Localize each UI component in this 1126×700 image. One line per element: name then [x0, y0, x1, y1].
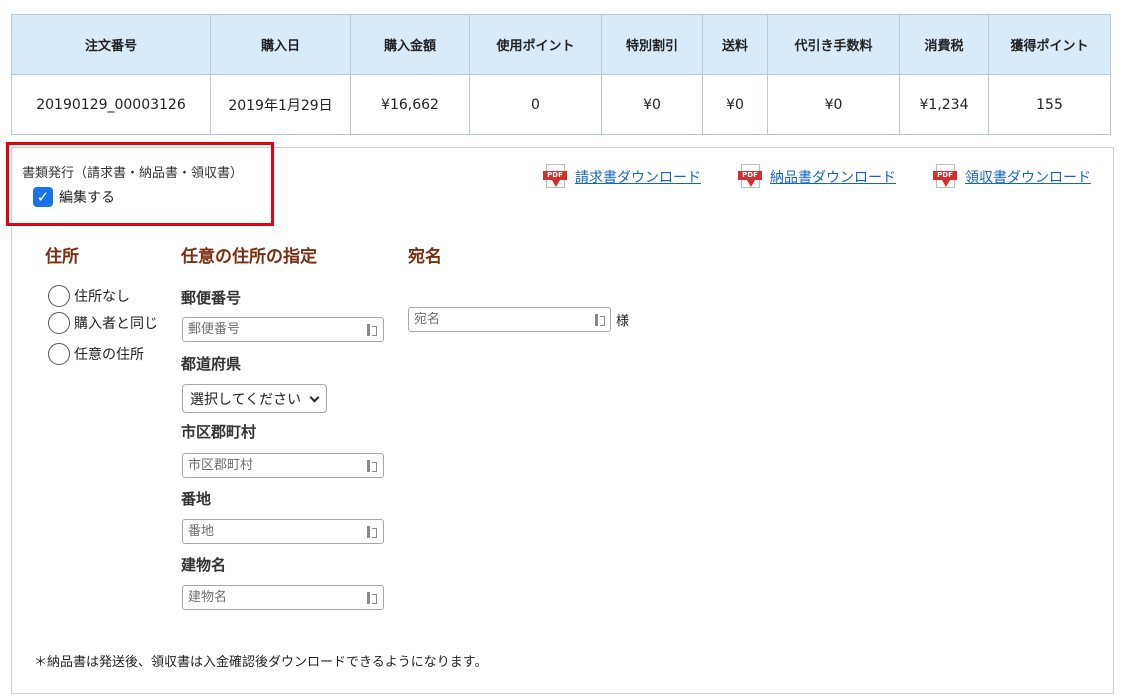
- prefecture-selected-value[interactable]: 選択してください: [190, 389, 301, 409]
- header-purchase-amount: 購入金額: [350, 14, 470, 75]
- building-label: 建物名: [181, 556, 227, 574]
- radio-button[interactable]: [48, 343, 70, 365]
- radio-button[interactable]: [48, 285, 70, 307]
- autofill-icon[interactable]: [366, 323, 378, 337]
- radio-same-as-buyer[interactable]: 購入者と同じ: [48, 312, 158, 334]
- pdf-icon: PDF: [543, 164, 567, 190]
- document-issue-panel: 書類発行（請求書・納品書・領収書） ✓ 編集する PDF 請求書ダウンロード P…: [6, 142, 1114, 694]
- receipt-download-label[interactable]: 領収書ダウンロード: [965, 167, 1091, 187]
- header-shipping: 送料: [702, 14, 768, 75]
- header-purchase-date: 購入日: [210, 14, 351, 75]
- document-issue-title: 書類発行（請求書・納品書・領収書）: [22, 166, 244, 181]
- checkmark-icon: ✓: [36, 188, 50, 206]
- pdf-icon: PDF: [933, 164, 957, 190]
- radio-custom-address[interactable]: 任意の住所: [48, 343, 144, 365]
- autofill-icon[interactable]: [366, 459, 378, 473]
- table-header-row: 注文番号 購入日 購入金額 使用ポイント 特別割引 送料 代引き手数料 消費税 …: [11, 14, 1111, 75]
- table-row: 20190129_00003126 2019年1月29日 ¥16,662 0 ¥…: [11, 74, 1111, 135]
- order-summary-table: 注文番号 購入日 購入金額 使用ポイント 特別割引 送料 代引き手数料 消費税 …: [11, 14, 1111, 135]
- autofill-icon[interactable]: [366, 591, 378, 605]
- cell-earned-points: 155: [988, 74, 1111, 135]
- invoice-download-link[interactable]: PDF 請求書ダウンロード: [543, 164, 701, 190]
- radio-label[interactable]: 購入者と同じ: [74, 313, 158, 333]
- invoice-download-label[interactable]: 請求書ダウンロード: [575, 167, 701, 187]
- delivery-note-download-label[interactable]: 納品書ダウンロード: [770, 167, 896, 187]
- header-order-number: 注文番号: [11, 14, 211, 75]
- address-heading: 住所: [45, 247, 79, 267]
- city-input[interactable]: [182, 453, 384, 478]
- street-label: 番地: [181, 490, 212, 508]
- download-note: ＊納品書は発送後、領収書は入金確認後ダウンロードできるようになります。: [34, 655, 488, 670]
- recipient-name-input[interactable]: [408, 307, 611, 332]
- cell-cod-fee: ¥0: [767, 74, 900, 135]
- header-cod-fee: 代引き手数料: [767, 14, 900, 75]
- cell-tax: ¥1,234: [899, 74, 989, 135]
- document-issue-highlight: 書類発行（請求書・納品書・領収書） ✓ 編集する: [6, 142, 274, 226]
- custom-address-heading: 任意の住所の指定: [181, 247, 317, 267]
- street-input[interactable]: [182, 519, 384, 544]
- autofill-icon[interactable]: [366, 525, 378, 539]
- chevron-down-icon: [309, 392, 320, 403]
- header-used-points: 使用ポイント: [469, 14, 602, 75]
- pdf-icon: PDF: [738, 164, 762, 190]
- postal-code-input[interactable]: [182, 317, 384, 342]
- postal-code-label: 郵便番号: [181, 289, 242, 307]
- receipt-download-link[interactable]: PDF 領収書ダウンロード: [933, 164, 1091, 190]
- header-earned-points: 獲得ポイント: [988, 14, 1111, 75]
- building-input[interactable]: [182, 585, 384, 610]
- cell-used-points: 0: [469, 74, 602, 135]
- cell-shipping: ¥0: [702, 74, 768, 135]
- radio-label[interactable]: 任意の住所: [74, 344, 144, 364]
- edit-checkbox[interactable]: ✓: [33, 187, 53, 207]
- honorific-suffix: 様: [616, 314, 630, 329]
- city-label: 市区郡町村: [181, 423, 257, 441]
- radio-no-address[interactable]: 住所なし: [48, 285, 130, 307]
- delivery-note-download-link[interactable]: PDF 納品書ダウンロード: [738, 164, 896, 190]
- edit-checkbox-row[interactable]: ✓ 編集する: [33, 187, 115, 207]
- edit-checkbox-label[interactable]: 編集する: [59, 187, 115, 207]
- cell-purchase-date: 2019年1月29日: [210, 74, 351, 135]
- radio-label[interactable]: 住所なし: [74, 286, 130, 306]
- autofill-icon[interactable]: [594, 313, 606, 327]
- cell-order-number: 20190129_00003126: [11, 74, 211, 135]
- prefecture-label: 都道府県: [181, 355, 242, 373]
- radio-button[interactable]: [48, 312, 70, 334]
- header-special-discount: 特別割引: [601, 14, 703, 75]
- prefecture-select[interactable]: 選択してください: [182, 384, 327, 413]
- cell-purchase-amount: ¥16,662: [350, 74, 470, 135]
- recipient-heading: 宛名: [408, 247, 442, 267]
- cell-special-discount: ¥0: [601, 74, 703, 135]
- header-tax: 消費税: [899, 14, 989, 75]
